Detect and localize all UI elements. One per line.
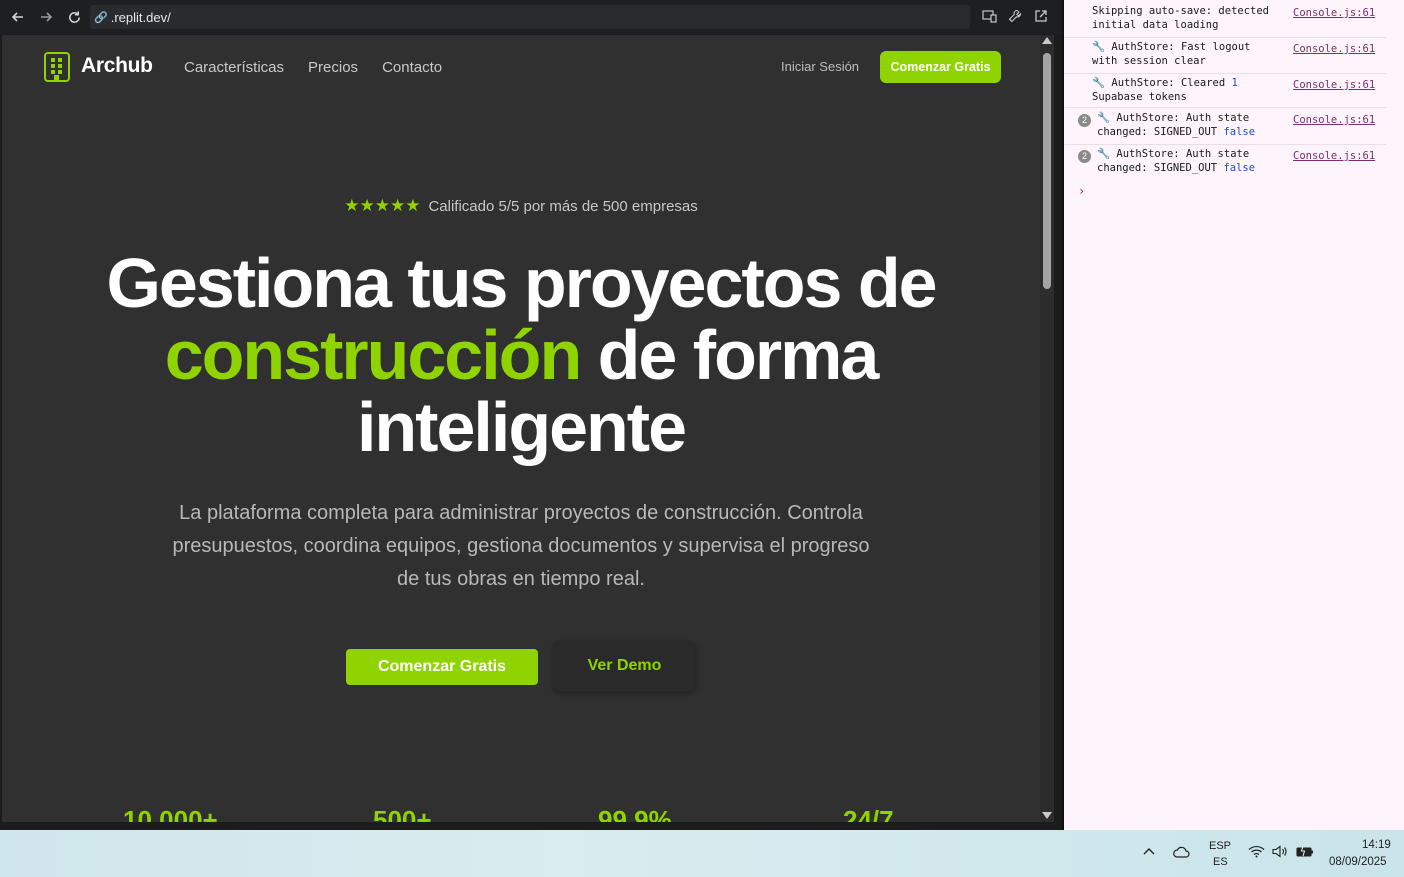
subtitle-line: de tus obras en tiempo real.	[397, 568, 645, 590]
cloud-icon[interactable]	[1172, 845, 1190, 861]
scrollbar-thumb[interactable]	[1043, 53, 1051, 289]
console-log-entry: 2 🔧 AuthStore: Auth state changed: SIGNED…	[1064, 147, 1386, 181]
log-text: AuthStore: Cleared	[1111, 77, 1232, 89]
url-text: .replit.dev/	[110, 9, 171, 25]
headline-line-3: inteligente	[356, 388, 687, 466]
devices-icon[interactable]	[980, 6, 998, 26]
open-external-icon[interactable]	[1032, 6, 1050, 26]
console-log-entry: 🔧 AuthStore: Cleared 1 Supabase tokens Co…	[1064, 76, 1386, 108]
demo-button[interactable]: Ver Demo	[554, 641, 695, 691]
star-icons: ★★★★★	[344, 196, 421, 215]
clock-date[interactable]: 08/09/2025	[1329, 856, 1387, 868]
page-viewport: Archub Características Precios Contacto …	[2, 35, 1040, 822]
clock-time[interactable]: 14:19	[1362, 839, 1391, 851]
stat-value: 500+	[373, 805, 432, 822]
link-icon: 🔗	[94, 11, 108, 24]
log-source-link[interactable]: Console.js:61	[1293, 6, 1375, 20]
hero-headline: Gestiona tus proyectos de construcción d…	[2, 247, 1040, 463]
headline-line-1: Gestiona tus proyectos de	[106, 244, 937, 322]
header-cta-button[interactable]: Comenzar Gratis	[880, 51, 1001, 83]
wrench-icon: 🔧	[1097, 148, 1117, 160]
hero-subtitle: La plataforma completa para administrar …	[2, 497, 1040, 596]
signin-link[interactable]: Iniciar Sesión	[781, 59, 859, 74]
log-text: initial data loading	[1092, 19, 1219, 31]
wrench-icon[interactable]	[1006, 6, 1024, 26]
stat-value: 99.9%	[598, 805, 672, 822]
language-top[interactable]: ESP	[1209, 840, 1231, 852]
arrow-left-icon	[11, 12, 23, 22]
wrench-icon: 🔧	[1092, 41, 1112, 53]
reload-button[interactable]	[60, 3, 88, 31]
back-button[interactable]	[4, 3, 32, 31]
stats-row: 10,000+ 500+ 99.9% 24/7	[2, 805, 1040, 822]
speaker-icon[interactable]	[1272, 845, 1288, 861]
repeat-count-badge: 2	[1078, 114, 1091, 127]
forward-button[interactable]	[32, 3, 60, 31]
subtitle-line: La plataforma completa para administrar …	[179, 502, 863, 524]
headline-line-2-rest: de forma	[580, 316, 880, 394]
hero-cta-button[interactable]: Comenzar Gratis	[346, 649, 538, 685]
headline-accent: construcción	[164, 316, 583, 394]
wrench-icon: 🔧	[1097, 112, 1117, 124]
nav-link-features[interactable]: Características	[184, 59, 284, 76]
log-text: Skipping auto-save: detected	[1092, 5, 1270, 17]
headline-line-2: construcción de forma	[2, 319, 1040, 391]
scroll-up-icon[interactable]	[1042, 37, 1052, 44]
chevron-up-icon[interactable]	[1142, 846, 1156, 859]
log-source-link[interactable]: Console.js:61	[1293, 113, 1375, 127]
reload-icon	[68, 10, 80, 23]
log-source-link[interactable]: Console.js:61	[1293, 78, 1375, 92]
console-log-entry: Skipping auto-save: detected initial data…	[1064, 4, 1386, 38]
log-text: Supabase tokens	[1092, 91, 1187, 103]
browser-toolbar: 🔗 .replit.dev/	[0, 0, 1062, 34]
log-text: with session clear	[1092, 55, 1206, 67]
nav-link-pricing[interactable]: Precios	[308, 59, 358, 76]
log-text: changed: SIGNED_OUT	[1097, 126, 1224, 138]
subtitle-line: presupuestos, coordina equipos, gestiona…	[172, 535, 870, 557]
language-bottom[interactable]: ES	[1213, 856, 1228, 868]
stat-value: 10,000+	[123, 805, 218, 822]
log-text: AuthStore: Auth state	[1116, 112, 1250, 124]
log-source-link[interactable]: Console.js:61	[1293, 149, 1375, 163]
logo-text[interactable]: Archub	[81, 54, 153, 78]
stat-value: 24/7	[843, 805, 894, 822]
wifi-icon[interactable]	[1248, 845, 1265, 861]
console-log-entry: 2 🔧 AuthStore: Auth state changed: SIGNED…	[1064, 111, 1386, 145]
rating-text: Calificado 5/5 por más de 500 empresas	[428, 197, 698, 215]
url-bar[interactable]: 🔗 .replit.dev/	[90, 5, 970, 29]
browser-tool-icons	[980, 6, 1050, 26]
building-icon[interactable]	[44, 52, 70, 82]
main-nav: Características Precios Contacto	[184, 59, 442, 76]
arrow-right-icon	[41, 12, 53, 22]
devtools-console: Skipping auto-save: detected initial data…	[1062, 0, 1404, 830]
taskbar: ESP ES 14:19 08/09/2025	[0, 830, 1404, 877]
console-log-entry: 🔧 AuthStore: Fast logout with session cle…	[1064, 40, 1386, 74]
log-text: changed: SIGNED_OUT	[1097, 162, 1224, 174]
site-header: Archub Características Precios Contacto …	[2, 35, 1040, 99]
scroll-down-icon[interactable]	[1042, 812, 1052, 819]
log-keyword: false	[1223, 126, 1256, 138]
log-text: AuthStore: Fast logout	[1111, 41, 1251, 53]
battery-icon[interactable]	[1296, 845, 1314, 861]
wrench-icon: 🔧	[1092, 77, 1112, 89]
repeat-count-badge: 2	[1078, 150, 1091, 163]
nav-link-contact[interactable]: Contacto	[382, 59, 442, 76]
log-source-link[interactable]: Console.js:61	[1293, 42, 1375, 56]
log-keyword: false	[1223, 162, 1256, 174]
page-scrollbar[interactable]	[1040, 35, 1054, 822]
console-prompt[interactable]: ›	[1078, 184, 1085, 198]
browser-window: 🔗 .replit.dev/ Archub Características Pr…	[0, 0, 1062, 830]
rating-row: ★★★★★ Calificado 5/5 por más de 500 empr…	[2, 196, 1040, 216]
log-number: 1	[1231, 77, 1238, 89]
log-text: AuthStore: Auth state	[1116, 148, 1250, 160]
